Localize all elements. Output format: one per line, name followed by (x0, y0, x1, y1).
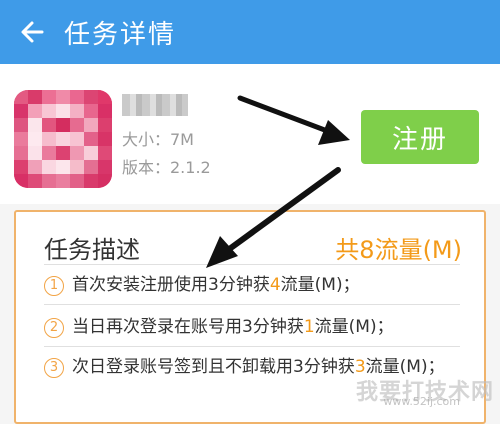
task-reward-value: 4 (270, 275, 281, 295)
watermark-url: www.52ij.com (383, 395, 460, 408)
page-title: 任务详情 (64, 14, 176, 51)
app-size: 大小：7M (122, 126, 194, 150)
step-number-icon: 2 (44, 318, 64, 338)
task-text-suffix: 流量(M)； (281, 275, 360, 295)
app-icon (14, 90, 112, 188)
arrow-left-icon (18, 18, 46, 46)
task-text-suffix: 流量(M)； (315, 317, 394, 337)
task-item: 1 首次安装注册使用3分钟获4流量(M)； (44, 274, 464, 296)
task-item: 2 当日再次登录在账号用3分钟获1流量(M)； (44, 316, 464, 338)
divider (44, 346, 460, 347)
task-reward-value: 1 (304, 317, 315, 337)
step-number-icon: 3 (44, 358, 64, 378)
task-title: 任务描述 (44, 230, 140, 265)
app-name (122, 94, 188, 116)
task-text: 次日登录账号签到且不卸载用3分钟获 (72, 357, 355, 377)
task-total-reward: 共8流量(M) (335, 230, 462, 265)
divider (44, 304, 460, 305)
task-text: 首次安装注册使用3分钟获 (72, 275, 270, 295)
step-number-icon: 1 (44, 276, 64, 296)
app-header: 任务详情 (0, 0, 500, 64)
register-button[interactable]: 注册 (361, 110, 479, 164)
app-version: 版本：2.1.2 (122, 154, 211, 178)
divider (44, 264, 460, 265)
task-text: 当日再次登录在账号用3分钟获 (72, 317, 304, 337)
back-button[interactable] (0, 0, 64, 64)
